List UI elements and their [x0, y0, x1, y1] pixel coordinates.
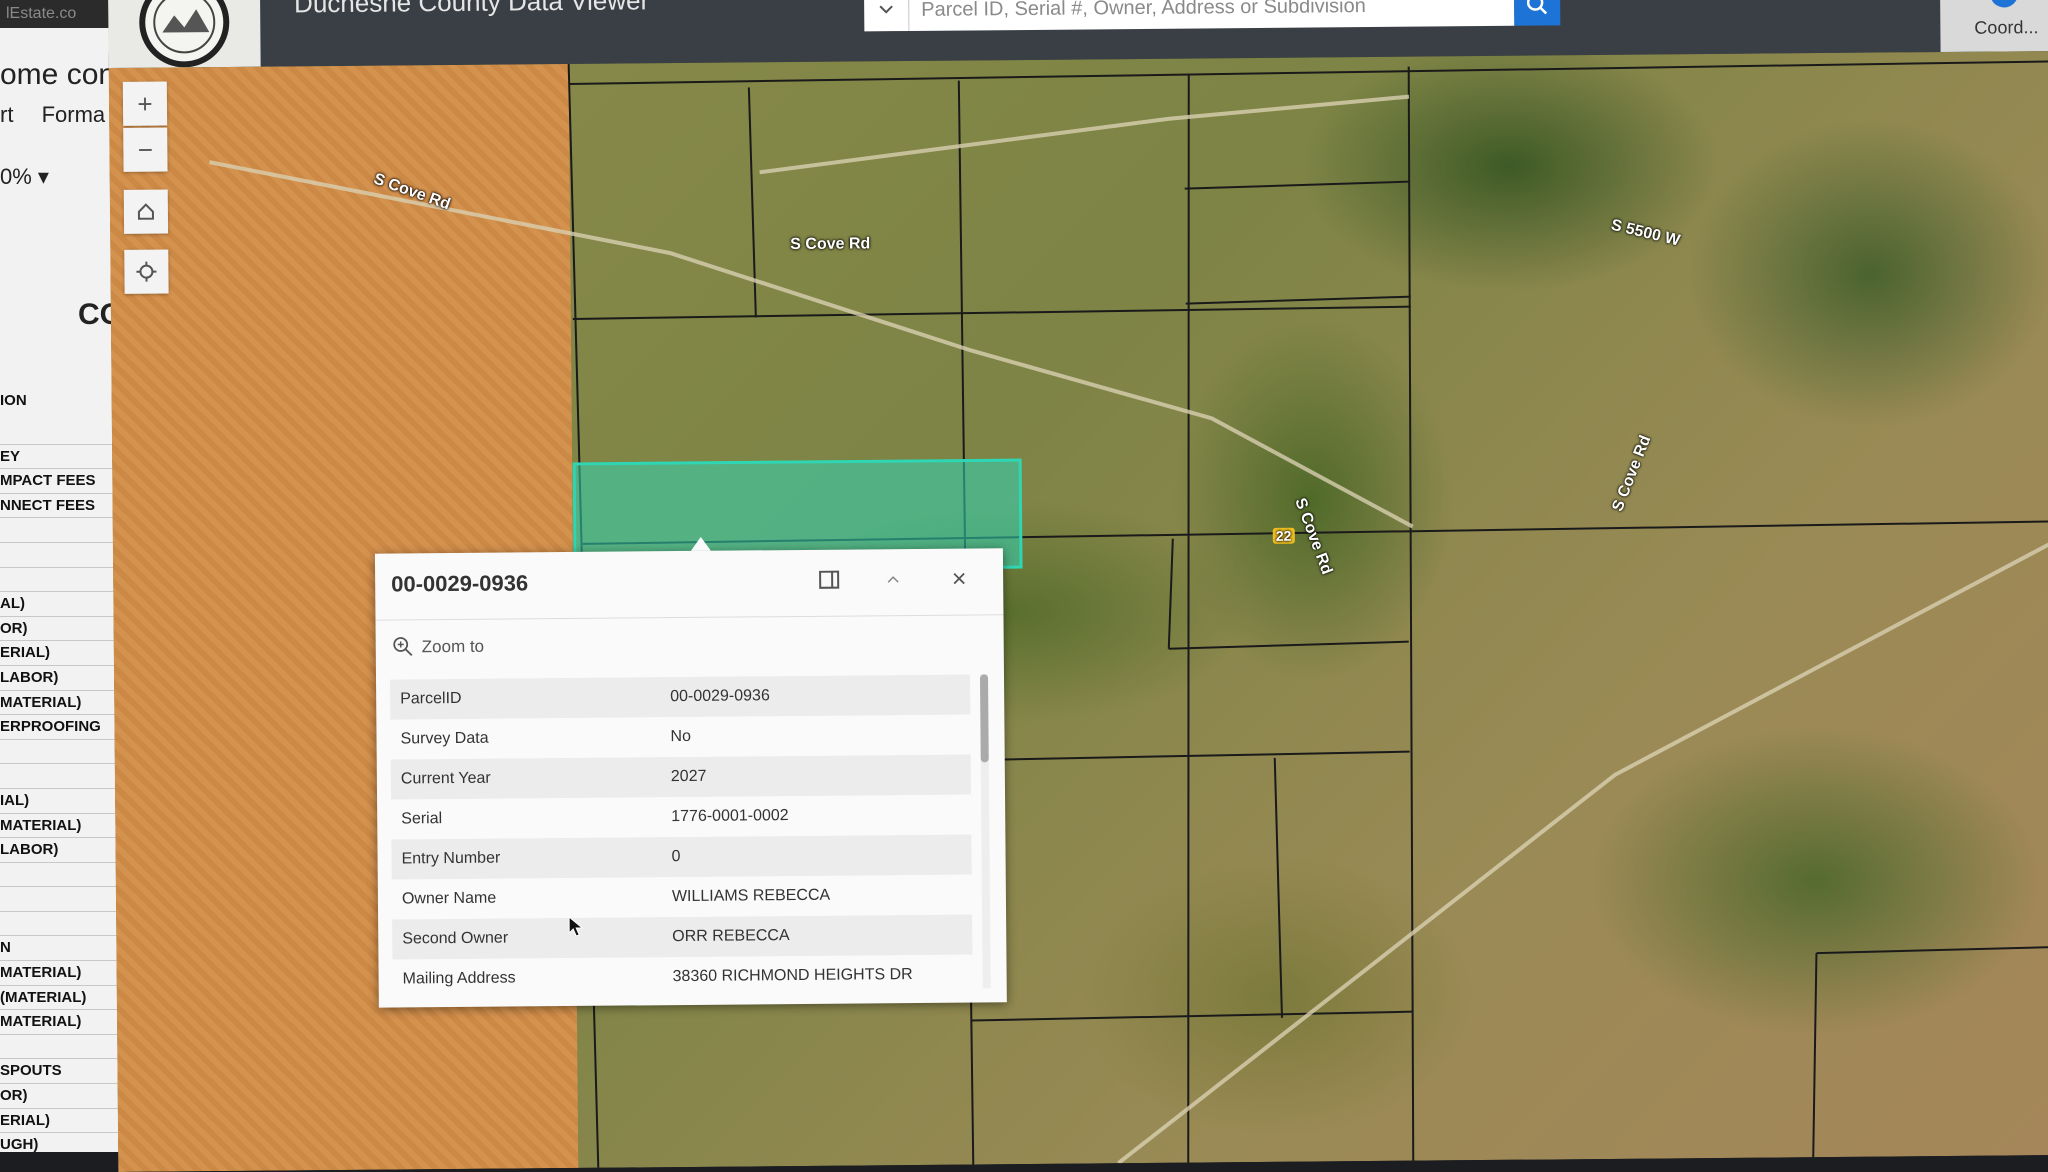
attribute-value: WILLIAMS REBECCA: [672, 885, 972, 906]
dock-button[interactable]: [815, 566, 843, 594]
search-button[interactable]: [1514, 0, 1560, 26]
attribute-key: Second Owner: [392, 928, 672, 948]
attribute-value: 1776-0001-0002: [671, 805, 971, 826]
search-bar: [864, 0, 1564, 31]
attribute-key: Owner Name: [392, 888, 672, 908]
attribute-row: Entry Number0: [391, 834, 971, 879]
zoom-out-button[interactable]: −: [123, 127, 167, 171]
home-button[interactable]: [124, 189, 168, 233]
attribute-row: Current Year2027: [391, 755, 971, 800]
road-label: S Cove Rd: [790, 235, 870, 254]
dock-icon: [815, 566, 843, 594]
attribute-value: ORR REBECCA: [672, 925, 972, 946]
search-source-dropdown[interactable]: [864, 0, 909, 31]
mouse-cursor-icon: [568, 916, 584, 938]
parcel-popup: 00-0029-0936 Zoom to ParcelID00-0029-093…: [375, 548, 1007, 1007]
sheet-zoom-value: 0%: [0, 164, 32, 189]
attribute-key: ParcelID: [390, 688, 670, 708]
search-icon: [1526, 0, 1548, 16]
coordinate-widget[interactable]: Coord...: [1940, 0, 2048, 52]
attribute-key: Entry Number: [392, 848, 672, 868]
close-icon: [945, 564, 973, 592]
zoom-to-label: Zoom to: [422, 637, 485, 658]
attribute-key: Survey Data: [390, 728, 670, 748]
popup-divider: [375, 614, 1003, 620]
attribute-key: Serial: [391, 808, 671, 828]
chevron-down-icon: [878, 3, 894, 15]
attribute-key: Current Year: [391, 768, 671, 788]
map-view[interactable]: S Cove Rd S Cove Rd S 5500 W S Cove Rd S…: [109, 51, 2048, 1172]
attribute-value: 38360 RICHMOND HEIGHTS DR: [673, 965, 973, 986]
county-logo[interactable]: [108, 0, 261, 68]
popup-title: 00-0029-0936: [391, 570, 528, 597]
sheet-menu-insert[interactable]: rt: [0, 102, 13, 127]
attribute-row: ParcelID00-0029-0936: [390, 675, 970, 720]
route-shield: 22: [1273, 528, 1295, 544]
zoom-out-icon: −: [138, 135, 153, 165]
attribute-row: Serial1776-0001-0002: [391, 794, 971, 839]
close-button[interactable]: [945, 564, 973, 592]
coordinate-label: Coord...: [1974, 17, 2038, 39]
collapse-icon: [879, 565, 907, 593]
zoom-in-button[interactable]: +: [123, 81, 167, 125]
app-title: Duchesne County Data Viewer: [294, 0, 649, 19]
data-viewer-app: Duchesne County Data Viewer Coord...: [108, 0, 2048, 1172]
attribute-row: Mailing Address38360 RICHMOND HEIGHTS DR: [392, 954, 972, 999]
popup-scrollbar[interactable]: [980, 674, 991, 988]
collapse-button[interactable]: [879, 565, 907, 593]
attribute-value: 00-0029-0936: [670, 686, 970, 707]
zoom-to-icon: [392, 635, 414, 657]
locate-button[interactable]: [124, 249, 168, 293]
popup-pointer: [691, 537, 711, 551]
attribute-key: Mailing Address: [393, 968, 673, 988]
attribute-table: ParcelID00-0029-0936 Survey DataNo Curre…: [390, 675, 973, 1000]
locate-icon: [135, 261, 157, 283]
sheet-zoom[interactable]: 0% ▾: [0, 164, 49, 190]
attribute-value: No: [670, 726, 970, 747]
attribute-value: 2027: [671, 766, 971, 787]
zoom-in-icon: +: [137, 89, 152, 119]
sheet-title-fragment: ome con: [0, 58, 115, 92]
sheet-menu-format[interactable]: Forma: [42, 102, 106, 127]
attribute-row: Second OwnerORR REBECCA: [392, 914, 972, 959]
coordinate-icon: [1990, 0, 2018, 8]
sheet-column-header: ION: [0, 392, 27, 409]
attribute-row: Owner NameWILLIAMS REBECCA: [392, 874, 972, 919]
home-icon: [136, 202, 156, 222]
popup-scrollbar-thumb[interactable]: [980, 674, 989, 762]
attribute-row: Survey DataNo: [390, 715, 970, 760]
attribute-value: 0: [671, 845, 971, 866]
county-seal-icon: [114, 0, 255, 68]
search-input[interactable]: [909, 0, 1514, 31]
